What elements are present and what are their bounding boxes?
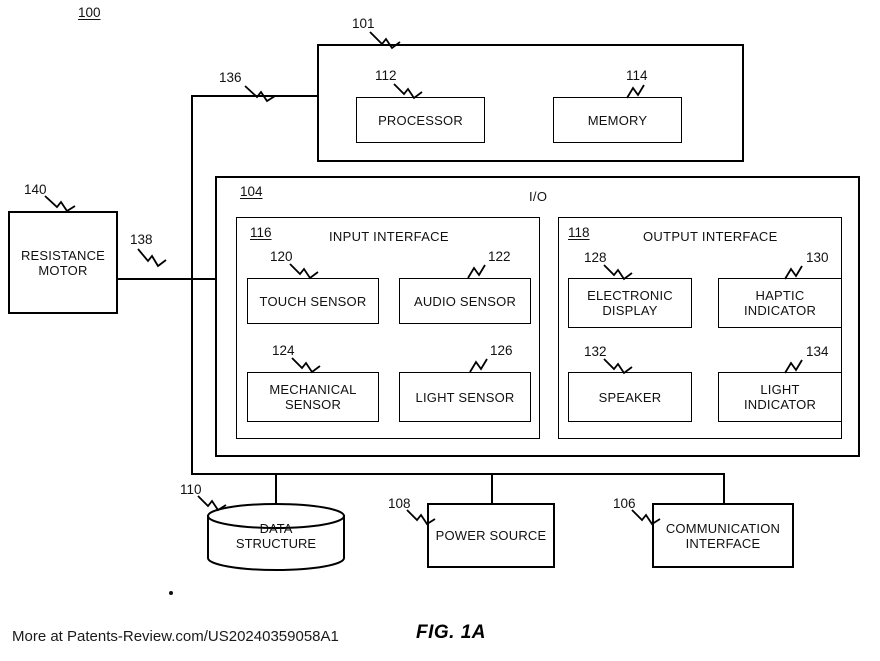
bus-to-resistance-motor xyxy=(115,278,215,280)
light-indicator-box: LIGHT INDICATOR xyxy=(718,372,842,422)
patent-figure-page: 100 101 PROCESSOR 112 MEMORY 114 104 I/O… xyxy=(0,0,880,661)
ref-numeral-106: 106 xyxy=(613,496,636,511)
bus-to-computing-device xyxy=(191,95,319,97)
ref-numeral-130: 130 xyxy=(806,250,829,265)
power-source-box: POWER SOURCE xyxy=(427,503,555,568)
bus-bottom-horizontal xyxy=(191,473,725,475)
processor-label: PROCESSOR xyxy=(378,112,463,128)
electronic-display-box: ELECTRONIC DISPLAY xyxy=(568,278,692,328)
ref-numeral-114: 114 xyxy=(626,68,648,83)
communication-interface-box: COMMUNICATION INTERFACE xyxy=(652,503,794,568)
resistance-motor-box: RESISTANCE MOTOR xyxy=(8,211,118,314)
source-watermark: More at Patents-Review.com/US20240359058… xyxy=(12,628,339,645)
ref-numeral-116: 116 xyxy=(250,225,272,240)
ref-numeral-140: 140 xyxy=(24,182,47,197)
ref-numeral-138: 138 xyxy=(130,232,153,247)
io-title: I/O xyxy=(529,189,548,204)
power-source-label: POWER SOURCE xyxy=(435,528,547,543)
touch-sensor-label: TOUCH SENSOR xyxy=(259,293,367,309)
ref-numeral-122: 122 xyxy=(488,249,511,264)
haptic-indicator-label: HAPTIC INDICATOR xyxy=(743,288,817,318)
ref-numeral-100: 100 xyxy=(78,5,101,20)
ref-numeral-108: 108 xyxy=(388,496,411,511)
ref-numeral-120: 120 xyxy=(270,249,293,264)
memory-label: MEMORY xyxy=(587,112,648,128)
mechanical-sensor-label: MECHANICAL SENSOR xyxy=(269,382,357,412)
data-structure-label: DATA STRUCTURE xyxy=(235,521,317,551)
bus-drop-communication-interface xyxy=(723,473,725,505)
data-structure-cylinder: DATA STRUCTURE xyxy=(206,502,346,572)
speaker-label: SPEAKER xyxy=(598,389,662,405)
light-sensor-label: LIGHT SENSOR xyxy=(415,389,515,405)
communication-interface-label: COMMUNICATION INTERFACE xyxy=(665,520,781,551)
resistance-motor-label: RESISTANCE MOTOR xyxy=(20,247,106,278)
ref-numeral-136: 136 xyxy=(219,70,242,85)
touch-sensor-box: TOUCH SENSOR xyxy=(247,278,379,324)
speaker-box: SPEAKER xyxy=(568,372,692,422)
processor-box: PROCESSOR xyxy=(356,97,485,143)
ref-numeral-110: 110 xyxy=(180,482,202,497)
ref-numeral-112: 112 xyxy=(375,68,397,83)
light-sensor-box: LIGHT SENSOR xyxy=(399,372,531,422)
electronic-display-label: ELECTRONIC DISPLAY xyxy=(587,288,673,318)
light-indicator-label: LIGHT INDICATOR xyxy=(743,382,817,412)
ref-numeral-128: 128 xyxy=(584,250,607,265)
ref-numeral-101: 101 xyxy=(352,16,375,31)
ref-numeral-134: 134 xyxy=(806,344,829,359)
ref-numeral-124: 124 xyxy=(272,343,295,358)
stray-dot-mark xyxy=(169,591,173,595)
lead-line-138 xyxy=(137,248,167,268)
haptic-indicator-box: HAPTIC INDICATOR xyxy=(718,278,842,328)
ref-numeral-132: 132 xyxy=(584,344,607,359)
ref-numeral-104: 104 xyxy=(240,184,263,199)
audio-sensor-label: AUDIO SENSOR xyxy=(413,293,517,309)
figure-caption: FIG. 1A xyxy=(416,622,487,643)
memory-box: MEMORY xyxy=(553,97,682,143)
bus-drop-power-source xyxy=(491,473,493,505)
audio-sensor-box: AUDIO SENSOR xyxy=(399,278,531,324)
bus-vertical-spine xyxy=(191,95,193,475)
ref-numeral-118: 118 xyxy=(568,225,590,240)
input-interface-title: INPUT INTERFACE xyxy=(329,229,449,244)
ref-numeral-126: 126 xyxy=(490,343,513,358)
output-interface-title: OUTPUT INTERFACE xyxy=(643,229,778,244)
mechanical-sensor-box: MECHANICAL SENSOR xyxy=(247,372,379,422)
